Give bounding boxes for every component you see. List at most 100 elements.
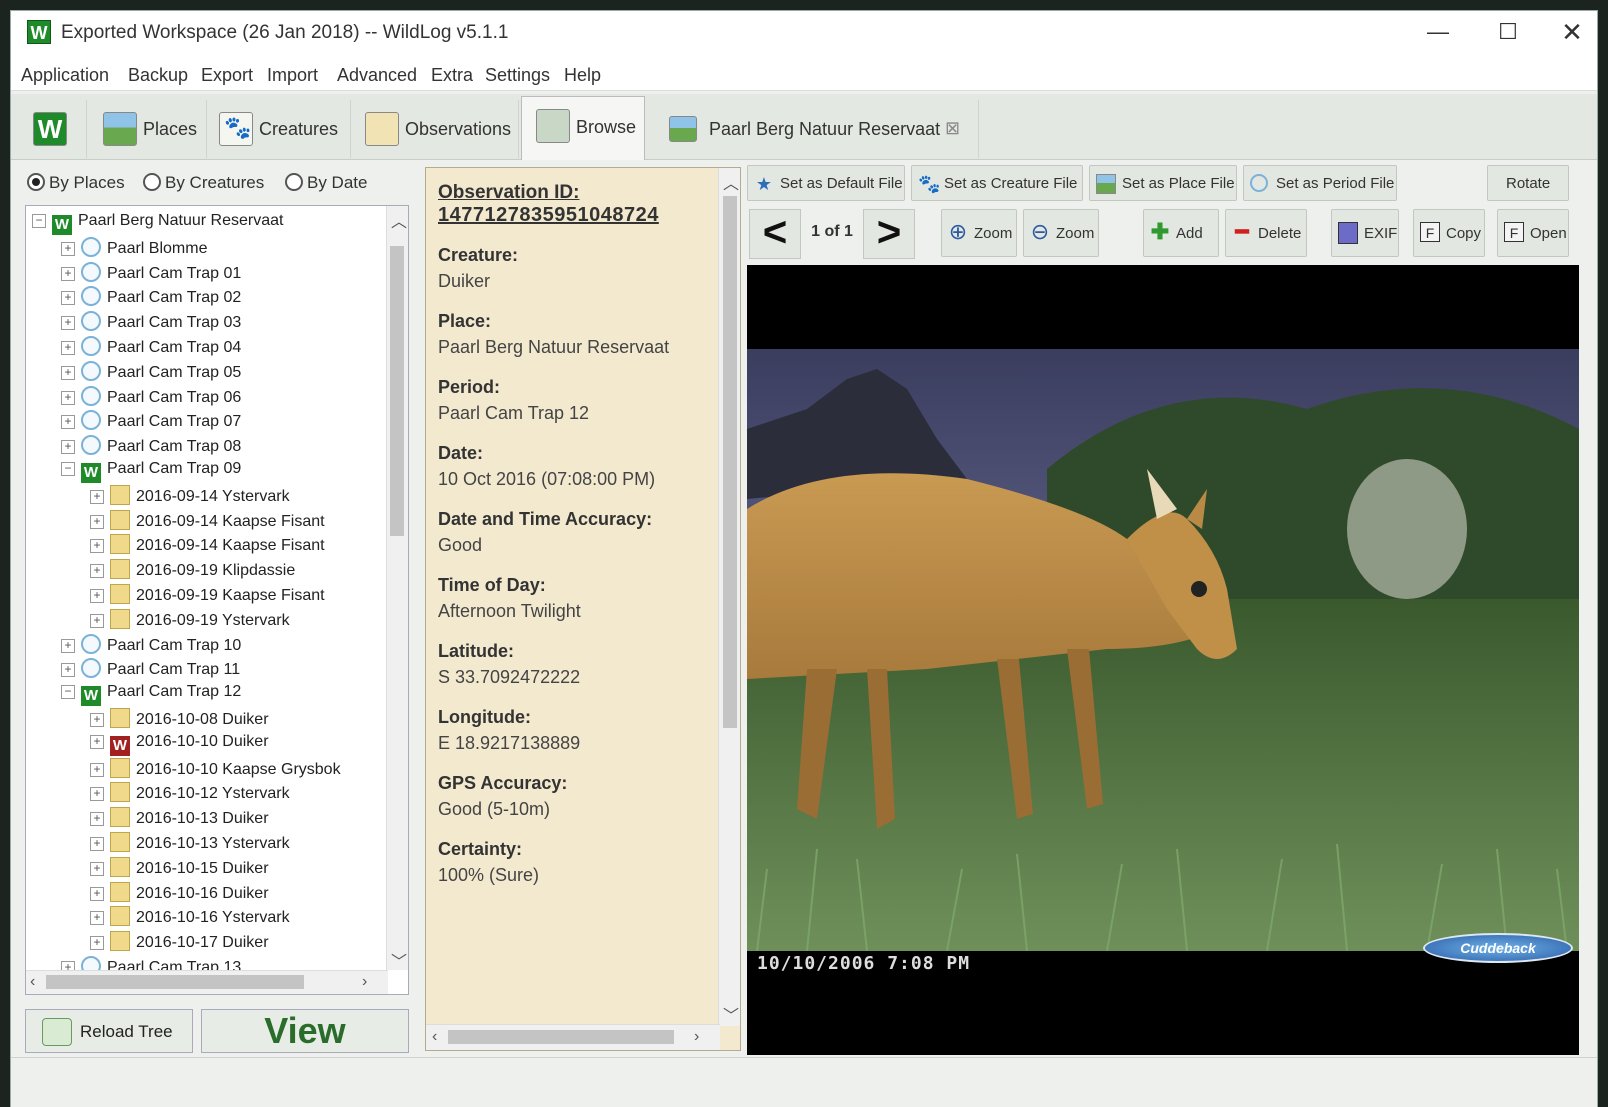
expand-icon[interactable]: + <box>61 663 75 678</box>
tree-node[interactable]: − W Paarl Cam Trap 09 <box>61 460 241 484</box>
set-period-file-button[interactable]: Set as Period File <box>1243 165 1397 201</box>
set-place-file-button[interactable]: Set as Place File <box>1089 165 1237 201</box>
tab-creatures[interactable]: Creatures <box>209 100 351 158</box>
tree-scroll-thumb[interactable] <box>390 246 404 536</box>
expand-icon[interactable]: + <box>61 266 75 281</box>
next-button[interactable]: > <box>863 209 915 259</box>
expand-icon[interactable]: + <box>61 390 75 405</box>
details-horizontal-scrollbar[interactable]: ‹ › <box>426 1024 720 1050</box>
expand-icon[interactable]: + <box>90 734 104 749</box>
expand-icon[interactable]: + <box>90 514 104 529</box>
expand-icon[interactable]: + <box>90 564 104 579</box>
add-file-button[interactable]: ✚ Add <box>1143 209 1219 257</box>
tree-node[interactable]: +2016-09-14 Kaapse Fisant <box>90 534 325 558</box>
expand-icon[interactable]: + <box>61 316 75 331</box>
tree-node[interactable]: − W Paarl Berg Natuur Reservaat <box>32 212 283 236</box>
menu-export[interactable]: Export <box>201 65 253 86</box>
tab-home[interactable]: W <box>17 100 87 158</box>
tree-node[interactable]: +2016-10-12 Ystervark <box>90 782 290 806</box>
expand-icon[interactable]: + <box>90 713 104 727</box>
menu-help[interactable]: Help <box>564 65 601 86</box>
expand-icon[interactable]: + <box>90 762 104 777</box>
tree-node[interactable]: +2016-10-13 Ystervark <box>90 832 290 856</box>
tree-node[interactable]: +2016-09-14 Kaapse Fisant <box>90 509 325 534</box>
expand-icon[interactable]: + <box>90 539 104 554</box>
rotate-button[interactable]: Rotate <box>1487 165 1569 201</box>
delete-file-button[interactable]: ━ Delete <box>1225 209 1307 257</box>
previous-button[interactable]: < <box>749 209 801 259</box>
reload-tree-button[interactable]: Reload Tree <box>25 1009 193 1053</box>
tree-node[interactable]: + Paarl Cam Trap 05 <box>61 360 241 385</box>
scroll-right-icon[interactable]: › <box>694 1028 699 1046</box>
expand-icon[interactable]: + <box>61 365 75 380</box>
expand-icon[interactable]: + <box>90 613 104 628</box>
menu-settings[interactable]: Settings <box>485 65 550 86</box>
browse-tree[interactable]: + Paarl Cam Trap 13 +2016-10-17 Duiker +201… <box>25 205 409 995</box>
details-hscroll-thumb[interactable] <box>448 1030 674 1044</box>
tree-node[interactable]: +2016-10-16 Duiker <box>90 881 269 906</box>
scroll-left-icon[interactable]: ‹ <box>30 973 35 991</box>
set-creature-file-button[interactable]: 🐾 Set as Creature File <box>911 165 1083 201</box>
tree-node[interactable]: + Paarl Cam Trap 03 <box>61 311 241 335</box>
tree-node[interactable]: + Paarl Cam Trap 06 <box>61 385 241 410</box>
tab-observations[interactable]: Observations <box>353 100 519 158</box>
menu-advanced[interactable]: Advanced <box>337 65 417 86</box>
tree-node[interactable]: + Paarl Cam Trap 02 <box>61 286 241 310</box>
expand-icon[interactable]: + <box>61 341 75 355</box>
collapse-icon[interactable]: − <box>32 214 46 228</box>
expand-icon[interactable]: + <box>90 787 104 802</box>
expand-icon[interactable]: + <box>61 440 75 455</box>
tab-places[interactable]: Places <box>89 100 207 158</box>
set-default-file-button[interactable]: ★ Set as Default File <box>747 165 905 201</box>
menu-extra[interactable]: Extra <box>431 65 473 86</box>
menu-import[interactable]: Import <box>267 65 318 86</box>
tree-node[interactable]: +2016-10-13 Duiker <box>90 807 269 831</box>
details-scroll-thumb[interactable] <box>723 196 737 728</box>
close-button[interactable]: ✕ <box>1547 15 1597 49</box>
scroll-down-icon[interactable]: ﹀ <box>391 948 407 972</box>
expand-icon[interactable]: + <box>90 936 104 951</box>
tree-node[interactable]: + Paarl Cam Trap 10 <box>61 633 241 658</box>
scroll-right-icon[interactable]: › <box>362 973 367 991</box>
tree-node[interactable]: − W Paarl Cam Trap 12 <box>61 683 241 707</box>
scroll-up-icon[interactable]: ︿ <box>723 170 739 194</box>
expand-icon[interactable]: + <box>90 812 104 827</box>
tree-node[interactable]: +2016-10-16 Ystervark <box>90 906 290 930</box>
zoom-out-button[interactable]: ⊖ Zoom <box>1023 209 1099 257</box>
expand-icon[interactable]: + <box>61 415 75 430</box>
tab-browse[interactable]: Browse <box>521 96 645 160</box>
expand-icon[interactable]: + <box>90 886 104 901</box>
tree-node[interactable]: +2016-09-19 Klipdassie <box>90 559 295 583</box>
expand-icon[interactable]: + <box>90 861 104 876</box>
exif-button[interactable]: EXIF <box>1331 209 1399 257</box>
tree-node[interactable]: +2016-09-19 Ystervark <box>90 608 290 633</box>
collapse-icon[interactable]: − <box>61 685 75 700</box>
collapse-icon[interactable]: − <box>61 462 75 476</box>
tree-node[interactable]: +2016-10-15 Duiker <box>90 856 269 881</box>
scroll-down-icon[interactable]: ﹀ <box>723 1002 739 1026</box>
expand-icon[interactable]: + <box>90 489 104 504</box>
expand-icon[interactable]: + <box>61 638 75 653</box>
menu-backup[interactable]: Backup <box>128 65 188 86</box>
maximize-button[interactable]: ☐ <box>1483 15 1533 49</box>
tree-node[interactable]: + Paarl Cam Trap 07 <box>61 410 241 434</box>
scroll-left-icon[interactable]: ‹ <box>432 1028 437 1046</box>
tree-vertical-scrollbar[interactable]: ︿ ﹀ <box>386 206 408 972</box>
tree-node[interactable]: + Paarl Blomme <box>61 236 207 261</box>
zoom-in-button[interactable]: ⊕ Zoom <box>941 209 1017 257</box>
radio-by-places[interactable]: By Places <box>27 173 125 193</box>
expand-icon[interactable]: + <box>90 589 104 603</box>
tree-hscroll-thumb[interactable] <box>46 975 304 989</box>
tree-node[interactable]: + Paarl Cam Trap 04 <box>61 336 241 360</box>
tab-close-icon[interactable]: ⊠ <box>945 118 960 139</box>
radio-by-date[interactable]: By Date <box>285 173 367 193</box>
expand-icon[interactable]: + <box>90 837 104 851</box>
menu-application[interactable]: Application <box>21 65 109 86</box>
image-viewer[interactable]: 10/10/2006 7:08 PM Cuddeback <box>747 265 1579 1055</box>
view-button[interactable]: View <box>201 1009 409 1053</box>
expand-icon[interactable]: + <box>90 911 104 926</box>
minimize-button[interactable]: — <box>1413 15 1463 49</box>
expand-icon[interactable]: + <box>61 241 75 256</box>
details-vertical-scrollbar[interactable]: ︿ ﹀ <box>718 168 740 1026</box>
tree-node[interactable]: + Paarl Cam Trap 08 <box>61 435 241 459</box>
